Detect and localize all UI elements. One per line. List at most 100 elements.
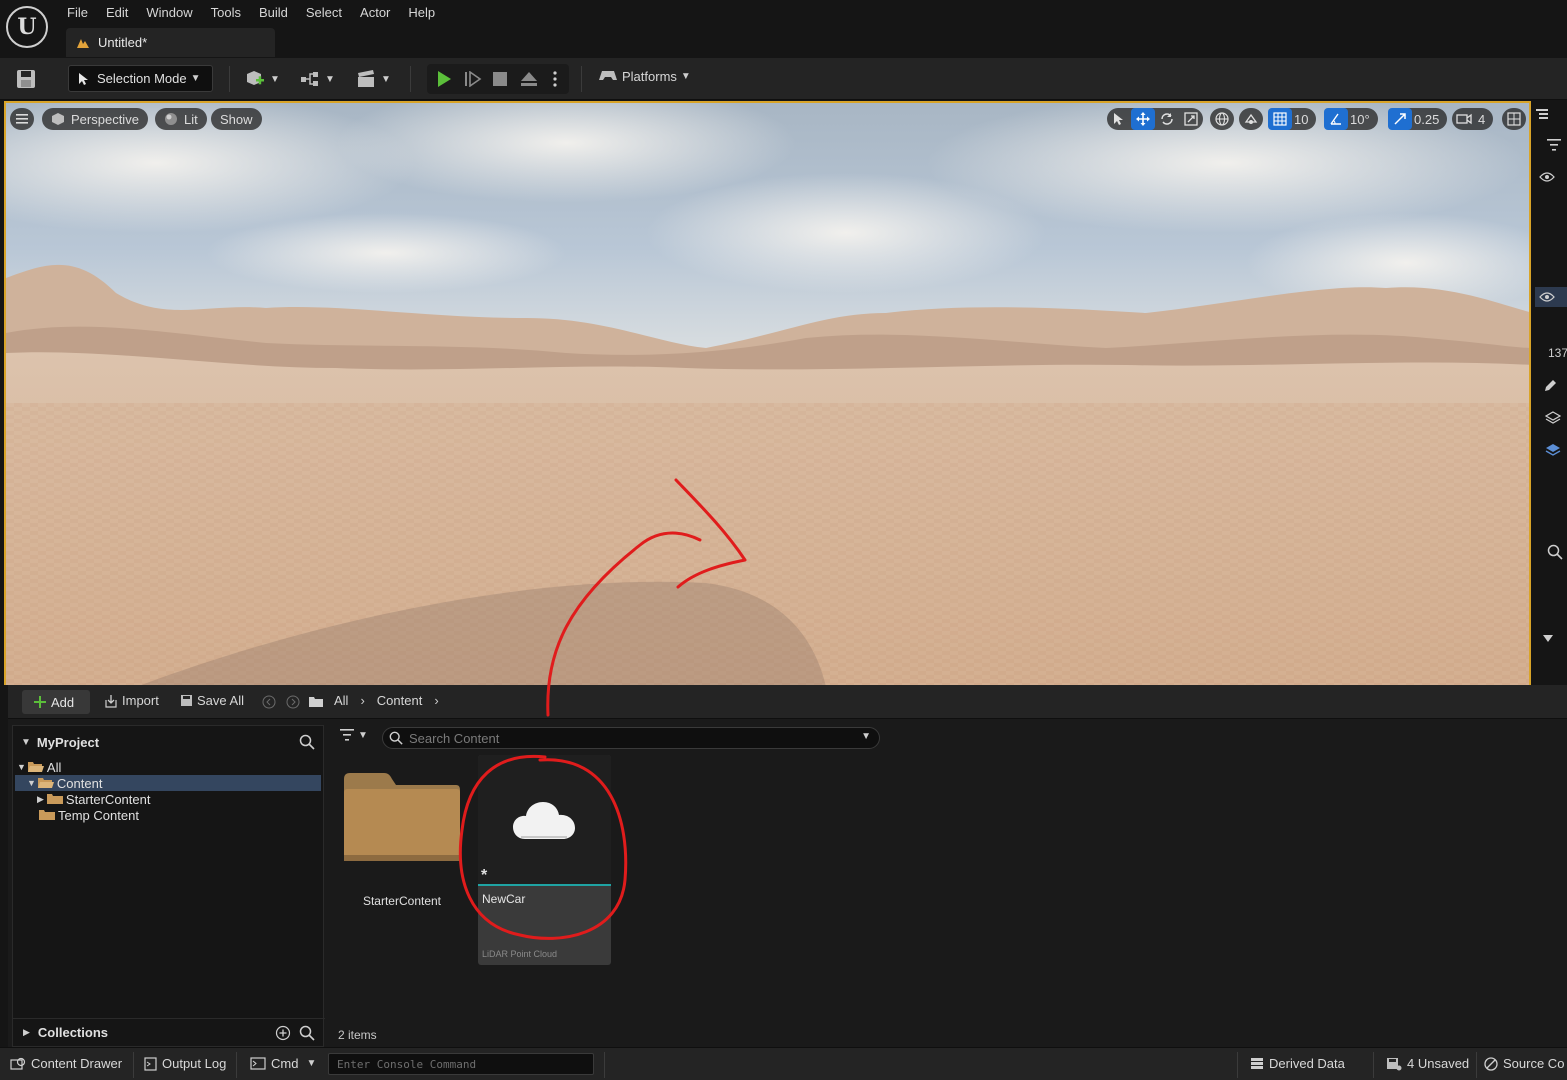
derived-data-button[interactable]: Derived Data bbox=[1250, 1056, 1345, 1071]
content-drawer-icon bbox=[10, 1057, 26, 1070]
surface-snap-button[interactable] bbox=[1239, 108, 1263, 130]
eject-icon[interactable] bbox=[519, 70, 539, 88]
menu-bar: U File Edit Window Tools Build Select Ac… bbox=[0, 0, 1567, 58]
console-input[interactable] bbox=[337, 1054, 587, 1074]
menu-select[interactable]: Select bbox=[297, 3, 351, 23]
menu-window[interactable]: Window bbox=[137, 3, 201, 23]
content-drawer-button[interactable]: Content Drawer bbox=[10, 1056, 122, 1071]
menu-edit[interactable]: Edit bbox=[97, 3, 137, 23]
status-divider bbox=[1373, 1052, 1374, 1078]
chevron-down-icon: ▼ bbox=[270, 73, 280, 85]
play-icon[interactable] bbox=[435, 70, 453, 88]
eye-icon bbox=[1539, 292, 1555, 302]
breadcrumb-content[interactable]: Content bbox=[377, 693, 423, 708]
perspective-button[interactable]: Perspective bbox=[42, 108, 148, 130]
perspective-label: Perspective bbox=[71, 111, 139, 127]
platforms-dropdown[interactable]: Platforms ▼ bbox=[598, 67, 691, 85]
menu-tools[interactable]: Tools bbox=[202, 3, 250, 23]
more-options-icon[interactable] bbox=[552, 70, 558, 88]
eye-icon[interactable] bbox=[1539, 171, 1555, 183]
asset-tile-newcar[interactable]: * NewCar LiDAR Point Cloud bbox=[478, 755, 611, 965]
menu-file[interactable]: File bbox=[58, 3, 97, 23]
menu-help[interactable]: Help bbox=[399, 3, 444, 23]
select-tool-icon[interactable] bbox=[1107, 108, 1131, 130]
layers-icon[interactable] bbox=[1545, 411, 1561, 425]
pencil-icon[interactable] bbox=[1543, 379, 1557, 393]
blueprints-button[interactable]: ▼ bbox=[299, 67, 335, 91]
gamepad-icon bbox=[599, 71, 617, 80]
folder-icon[interactable] bbox=[308, 695, 324, 708]
collections-header[interactable]: ▶ Collections bbox=[13, 1018, 325, 1046]
save-all-button[interactable]: Save All bbox=[180, 693, 244, 708]
import-button[interactable]: Import bbox=[104, 693, 159, 708]
search-history-chevron-icon[interactable]: ▼ bbox=[861, 731, 871, 742]
cinematics-button[interactable]: ▼ bbox=[355, 67, 391, 91]
grid-snap-value: 10 bbox=[1294, 111, 1309, 127]
level-tab-label: Untitled* bbox=[98, 35, 148, 50]
level-tab[interactable]: Untitled* bbox=[66, 28, 275, 57]
content-browser-toolbar: Add Import Save All All › Content › bbox=[8, 685, 1567, 719]
camera-speed-button[interactable]: 4 bbox=[1452, 108, 1494, 130]
layers-active-icon[interactable] bbox=[1545, 443, 1561, 457]
translate-tool-icon[interactable] bbox=[1131, 108, 1155, 130]
grid-snap-button[interactable]: 10 bbox=[1268, 108, 1317, 130]
unsaved-marker: * bbox=[481, 867, 488, 884]
scale-tool-icon[interactable] bbox=[1179, 108, 1203, 130]
project-header[interactable]: ▼ MyProject bbox=[13, 730, 325, 754]
folder-icon bbox=[46, 794, 63, 804]
add-label: Add bbox=[51, 694, 75, 710]
breadcrumb-chevron-icon[interactable]: › bbox=[434, 693, 438, 708]
log-icon bbox=[144, 1056, 157, 1071]
view-mode-button[interactable]: Lit bbox=[155, 108, 207, 130]
unreal-logo[interactable]: U bbox=[6, 6, 48, 48]
scale-snap-button[interactable]: 0.25 bbox=[1388, 108, 1448, 130]
forward-icon[interactable] bbox=[286, 695, 300, 709]
output-log-button[interactable]: Output Log bbox=[144, 1056, 226, 1071]
play-controls bbox=[427, 64, 569, 94]
asset-tile-startercontent[interactable]: StarterContent bbox=[342, 771, 462, 941]
console-command-field[interactable] bbox=[328, 1053, 594, 1075]
level-icon bbox=[77, 38, 89, 48]
tree-item-startercontent[interactable]: ▶ StarterContent bbox=[15, 791, 321, 807]
outliner-icon[interactable] bbox=[1535, 107, 1549, 121]
viewport-layout-button[interactable] bbox=[1502, 108, 1526, 130]
world-space-button[interactable] bbox=[1210, 108, 1234, 130]
tree-item-content[interactable]: ▼ Content bbox=[15, 775, 321, 791]
add-actor-button[interactable]: ▼ bbox=[244, 67, 280, 91]
cmd-dropdown[interactable]: Cmd ▼ bbox=[250, 1056, 316, 1071]
tree-item-all[interactable]: ▼ All bbox=[15, 759, 321, 775]
save-icon[interactable] bbox=[14, 67, 38, 91]
search-icon[interactable] bbox=[299, 734, 315, 750]
filter-button[interactable]: ▼ bbox=[340, 729, 368, 741]
back-icon[interactable] bbox=[262, 695, 276, 709]
breadcrumb-all[interactable]: All bbox=[334, 693, 348, 708]
add-button[interactable]: Add bbox=[22, 690, 90, 714]
advance-frame-icon[interactable] bbox=[464, 71, 482, 87]
rotate-tool-icon[interactable] bbox=[1155, 108, 1179, 130]
menu-build[interactable]: Build bbox=[250, 3, 297, 23]
filter-icon[interactable] bbox=[1547, 139, 1561, 151]
selection-mode-dropdown[interactable]: Selection Mode ▼ bbox=[68, 65, 213, 92]
viewport-menu-button[interactable] bbox=[10, 108, 34, 130]
expand-arrow-icon: ▶ bbox=[37, 793, 44, 804]
add-collection-icon[interactable] bbox=[275, 1025, 291, 1041]
stop-icon[interactable] bbox=[493, 72, 507, 86]
outliner-selected-row[interactable] bbox=[1535, 287, 1567, 307]
unsaved-button[interactable]: 4 Unsaved bbox=[1386, 1056, 1469, 1071]
rotation-snap-button[interactable]: 10° bbox=[1324, 108, 1378, 130]
source-control-button[interactable]: Source Co bbox=[1484, 1056, 1564, 1071]
outliner-panel-edge: 137 bbox=[1533, 101, 1567, 685]
menu-actor[interactable]: Actor bbox=[351, 3, 399, 23]
search-input[interactable] bbox=[409, 730, 849, 746]
expand-arrow-icon: ▼ bbox=[27, 778, 36, 788]
tree-item-temp-content[interactable]: Temp Content bbox=[15, 807, 321, 823]
search-content-bar[interactable]: ▼ bbox=[382, 727, 880, 749]
expand-arrow-icon: ▶ bbox=[23, 1027, 30, 1037]
search-icon[interactable] bbox=[299, 1025, 315, 1041]
show-button[interactable]: Show bbox=[211, 108, 262, 130]
search-icon[interactable] bbox=[1547, 544, 1563, 560]
terminal-icon bbox=[250, 1057, 266, 1070]
breadcrumb-separator-icon: › bbox=[360, 693, 365, 708]
level-viewport[interactable]: Perspective Lit Show 10 10° 0.25 4 bbox=[4, 101, 1531, 685]
collapse-arrow-icon[interactable] bbox=[1542, 633, 1554, 643]
